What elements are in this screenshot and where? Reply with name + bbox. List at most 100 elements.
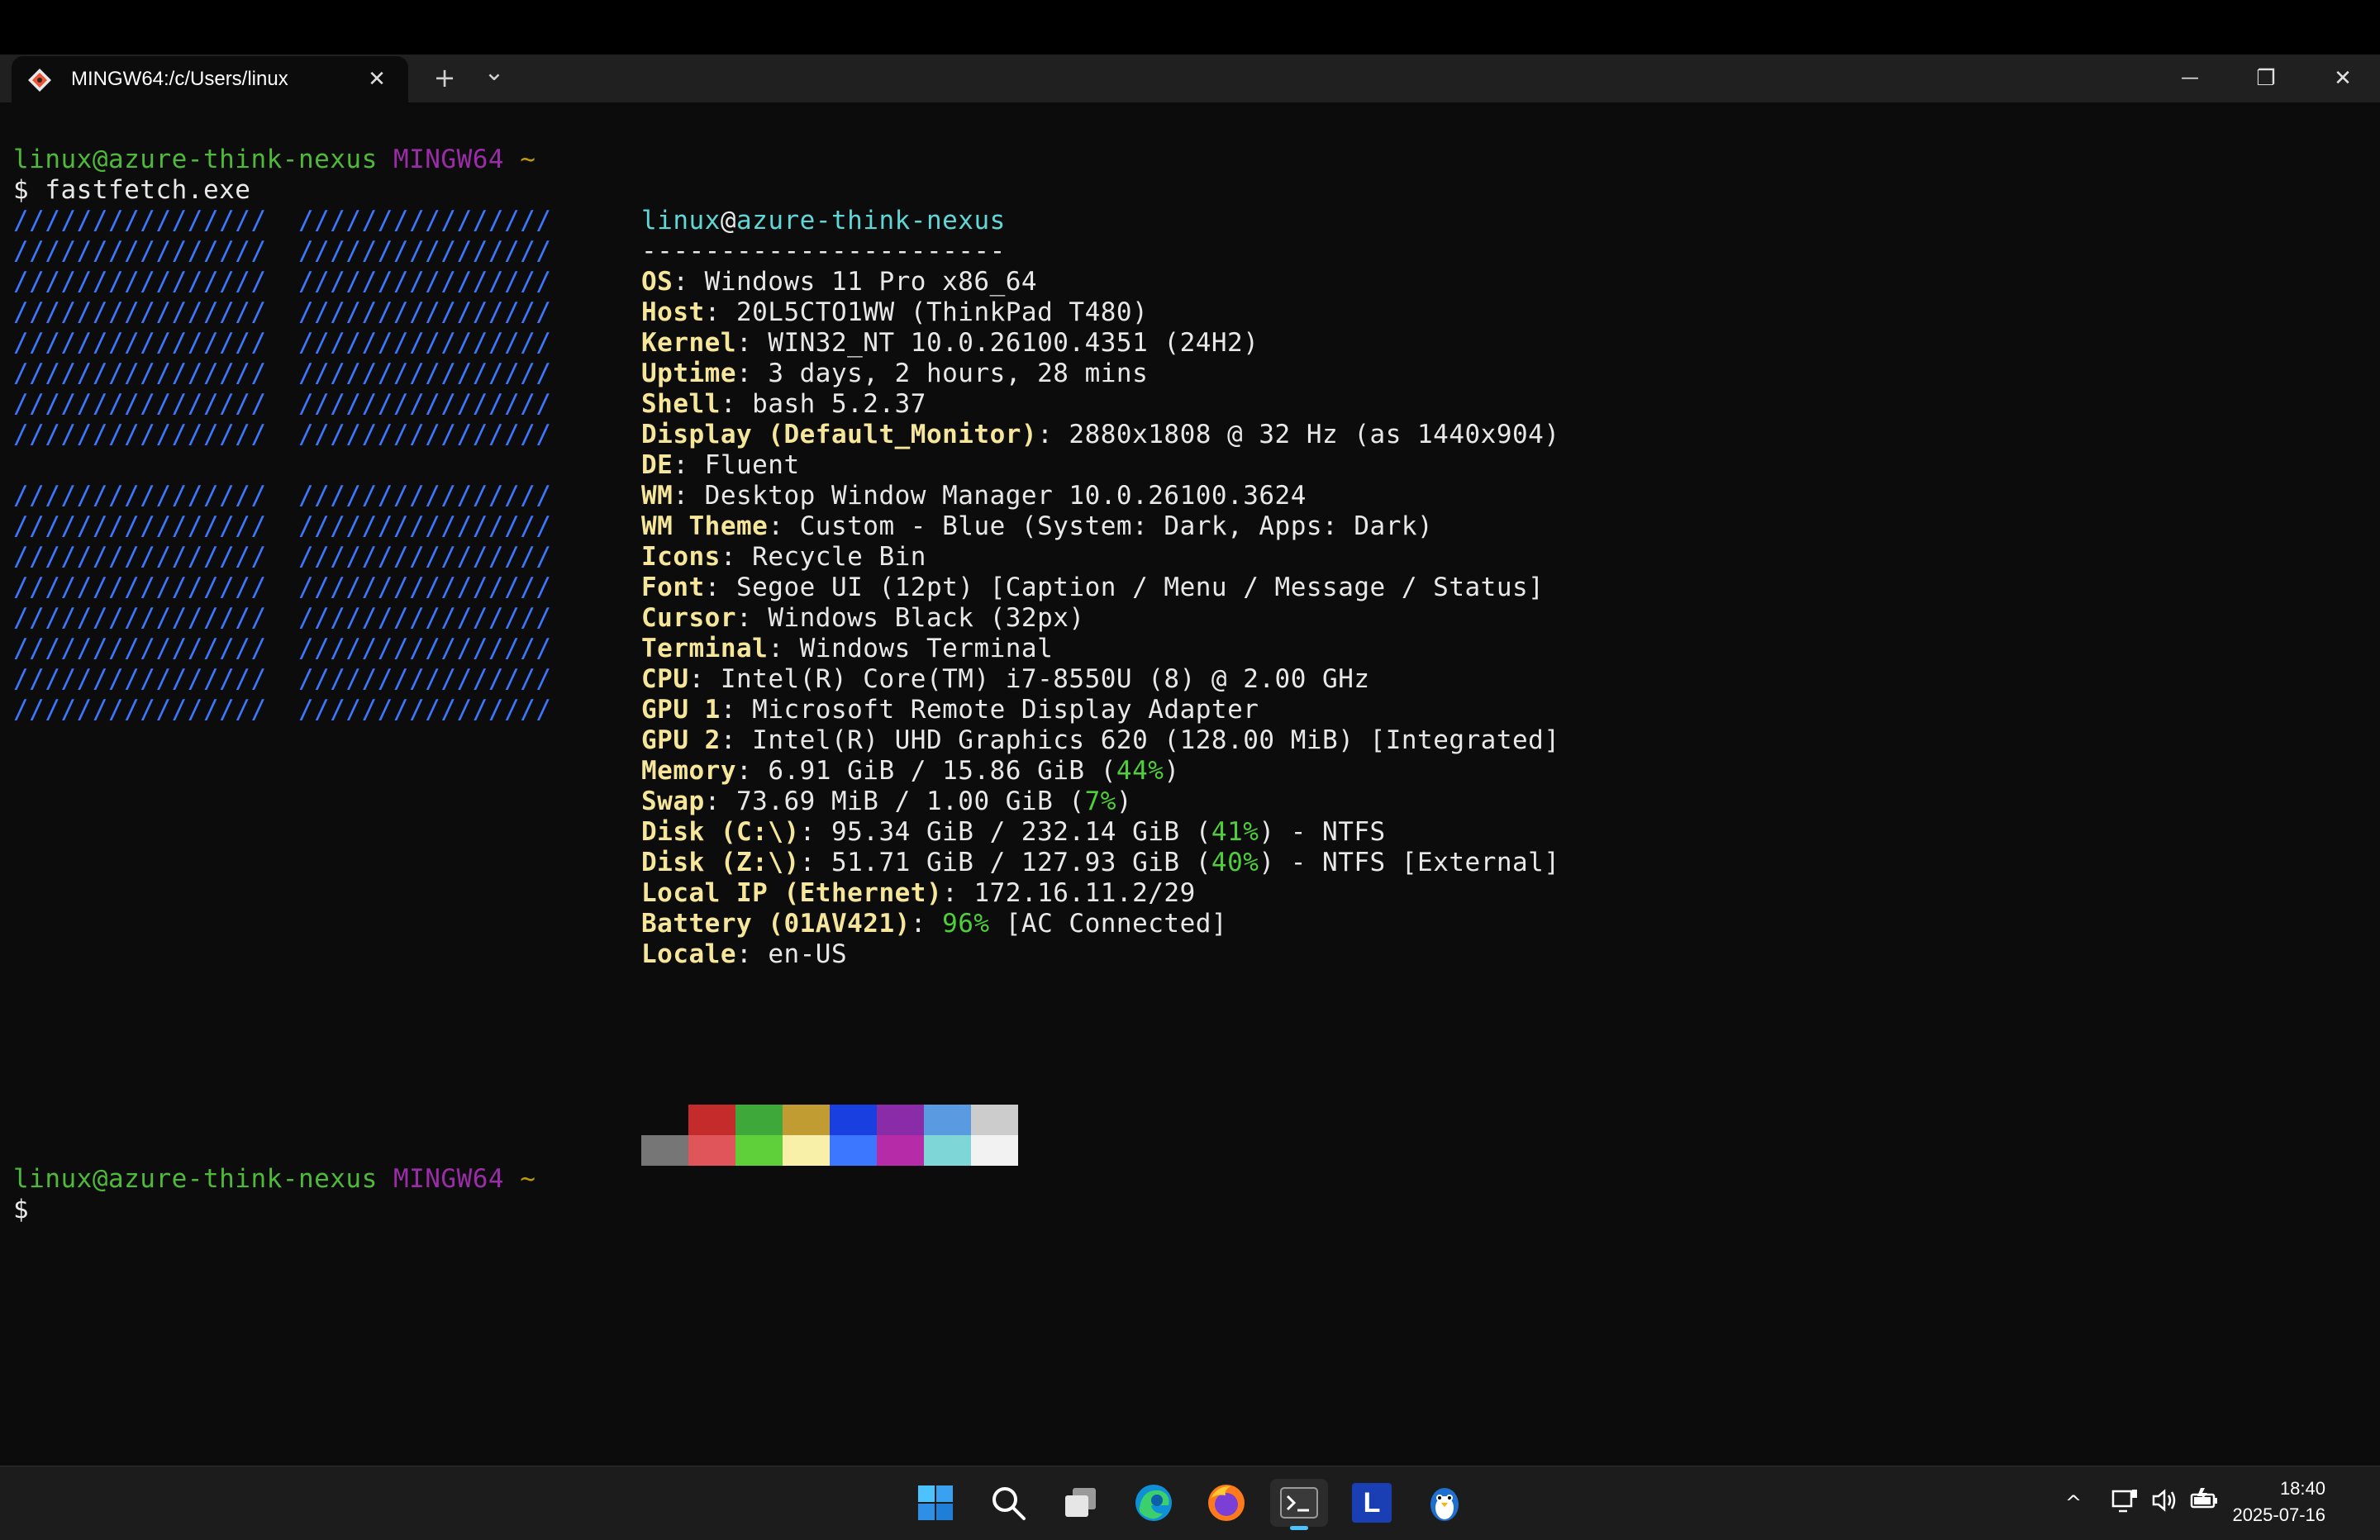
info-value-suffix: ) - NTFS [1259, 817, 1386, 847]
logo-row: //////////////// //////////////// [13, 481, 552, 511]
palette-swatch [783, 1105, 830, 1135]
logo-row: //////////////// //////////////// [13, 420, 552, 449]
logo-row: //////////////// //////////////// [13, 267, 552, 297]
palette-swatch [971, 1105, 1018, 1135]
task-view-icon[interactable] [1057, 1479, 1105, 1527]
info-disk-c: Disk (C:\): 95.34 GiB / 232.14 GiB (41%)… [641, 817, 1386, 847]
palette-swatch [641, 1105, 688, 1135]
battery-charging-glyph-icon [2190, 1488, 2217, 1509]
info-value: Windows Terminal [799, 634, 1054, 663]
info-key: GPU 2 [641, 725, 721, 755]
info-percent: 41% [1211, 817, 1259, 847]
info-memory: Memory: 6.91 GiB / 15.86 GiB (44%) [641, 756, 1180, 786]
prompt-line-2: linux@azure-think-nexus MINGW64 ~ [13, 1164, 536, 1195]
clock-time[interactable]: 18:40 [2280, 1478, 2325, 1500]
maximize-button[interactable]: ❐ [2229, 55, 2303, 102]
info-swap: Swap: 73.69 MiB / 1.00 GiB (7%) [641, 787, 1133, 816]
info-key: Cursor [641, 603, 736, 633]
battery-icon[interactable] [2188, 1486, 2220, 1519]
info-battery: Battery (01AV421): 96% [AC Connected] [641, 909, 1228, 939]
info-at: @ [720, 206, 736, 235]
info-key: Icons [641, 542, 721, 572]
volume-icon[interactable] [2149, 1486, 2180, 1519]
task-view-glyph-icon [1065, 1488, 1096, 1517]
tray-chevron-icon[interactable]: ^ [2058, 1486, 2089, 1519]
info-value-suffix: ) [1116, 787, 1133, 816]
info-de: DE: Fluent [641, 450, 800, 480]
info-key: Shell [641, 389, 721, 419]
info-shell: Shell: bash 5.2.37 [641, 389, 926, 419]
start-icon[interactable] [912, 1479, 959, 1527]
logo-row: //////////////// //////////////// [13, 573, 552, 602]
info-value: Custom - Blue (System: Dark, Apps: Dark) [799, 511, 1434, 541]
info-key: Locale [641, 939, 736, 969]
info-icons: Icons: Recycle Bin [641, 542, 926, 572]
logo-row: //////////////// //////////////// [13, 603, 552, 633]
info-key: WM [641, 481, 674, 511]
prompt-env: MINGW64 [393, 145, 505, 174]
info-terminal: Terminal: Windows Terminal [641, 634, 1054, 663]
info-key: Memory [641, 756, 736, 786]
info-key: Disk (Z:\) [641, 848, 800, 877]
info-key: Uptime [641, 359, 736, 388]
info-disk-z: Disk (Z:\): 51.71 GiB / 127.93 GiB (40%)… [641, 848, 1560, 877]
search-icon[interactable] [984, 1479, 1032, 1527]
info-key: Kernel [641, 328, 736, 358]
logo-row: //////////////// //////////////// [13, 236, 552, 266]
info-key: CPU [641, 664, 689, 694]
close-button[interactable]: ✕ [2306, 55, 2380, 102]
tab-dropdown-button[interactable]: ⌄ [471, 58, 517, 97]
info-key: Battery (01AV421) [641, 909, 911, 939]
info-value: Fluent [704, 450, 800, 480]
windows-terminal-icon [1280, 1487, 1318, 1519]
penguin-app-icon [1430, 1488, 1459, 1521]
new-tab-button[interactable]: + [421, 58, 468, 97]
palette-swatch [924, 1105, 971, 1135]
palette-swatch [688, 1105, 735, 1135]
command-line: $ fastfetch.exe [13, 175, 251, 205]
info-value: WIN32_NT 10.0.26100.4351 (24H2) [768, 328, 1259, 358]
info-gpu1: GPU 1: Microsoft Remote Display Adapter [641, 695, 1259, 725]
logo-row: //////////////// //////////////// [13, 389, 552, 419]
firefox-browser-icon [1208, 1485, 1245, 1521]
taskbar: L ^ 18:40 2025-07-16 [0, 1466, 2380, 1540]
terminal-pane[interactable]: linux@azure-think-nexus MINGW64 ~ $ fast… [0, 102, 2380, 1466]
info-display: Display (Default_Monitor): 2880x1808 @ 3… [641, 420, 1560, 449]
info-value: 51.71 GiB / 127.93 GiB ( [831, 848, 1211, 877]
edge-icon[interactable] [1130, 1479, 1178, 1527]
info-value: Windows 11 Pro x86_64 [704, 267, 1038, 297]
info-host-line: Host: 20L5CTO1WW (ThinkPad T480) [641, 297, 1149, 327]
l-app-icon[interactable]: L [1348, 1479, 1396, 1527]
terminal-icon[interactable] [1270, 1479, 1328, 1530]
info-value: Microsoft Remote Display Adapter [752, 695, 1259, 725]
active-indicator [1290, 1526, 1308, 1530]
palette-swatch [877, 1135, 924, 1166]
info-key: GPU 1 [641, 695, 721, 725]
palette-swatch [830, 1105, 877, 1135]
info-wm: WM: Desktop Window Manager 10.0.26100.36… [641, 481, 1307, 511]
monitor-network-glyph-icon [2111, 1490, 2137, 1513]
logo-row: //////////////// //////////////// [13, 695, 552, 725]
network-icon[interactable] [2109, 1486, 2140, 1519]
info-gpu2: GPU 2: Intel(R) UHD Graphics 620 (128.00… [641, 725, 1560, 755]
penguin-icon[interactable] [1421, 1479, 1468, 1527]
edge-browser-icon [1135, 1485, 1172, 1521]
info-value: 172.16.11.2/29 [973, 878, 1196, 908]
info-value-suffix: [AC Connected] [989, 909, 1228, 939]
info-value: 3 days, 2 hours, 28 mins [768, 359, 1149, 388]
input-prompt[interactable]: $ [13, 1195, 29, 1225]
minimize-button[interactable]: — [2153, 55, 2227, 102]
info-uptime: Uptime: 3 days, 2 hours, 28 mins [641, 359, 1149, 388]
firefox-icon[interactable] [1202, 1479, 1250, 1527]
tab-mingw64[interactable]: MINGW64:/c/Users/linux ✕ [12, 56, 408, 104]
palette-swatch [877, 1105, 924, 1135]
info-key: Font [641, 573, 705, 602]
clock-date[interactable]: 2025-07-16 [2232, 1504, 2325, 1526]
tab-close-button[interactable]: ✕ [362, 64, 392, 94]
info-value: Segoe UI (12pt) [Caption / Menu / Messag… [735, 573, 1545, 602]
info-user: linux [641, 206, 721, 235]
info-local-ip: Local IP (Ethernet): 172.16.11.2/29 [641, 878, 1196, 908]
logo-row: //////////////// //////////////// [13, 511, 552, 541]
info-value: Intel(R) Core(TM) i7-8550U (8) @ 2.00 GH… [720, 664, 1370, 694]
info-percent: 96% [942, 909, 990, 939]
